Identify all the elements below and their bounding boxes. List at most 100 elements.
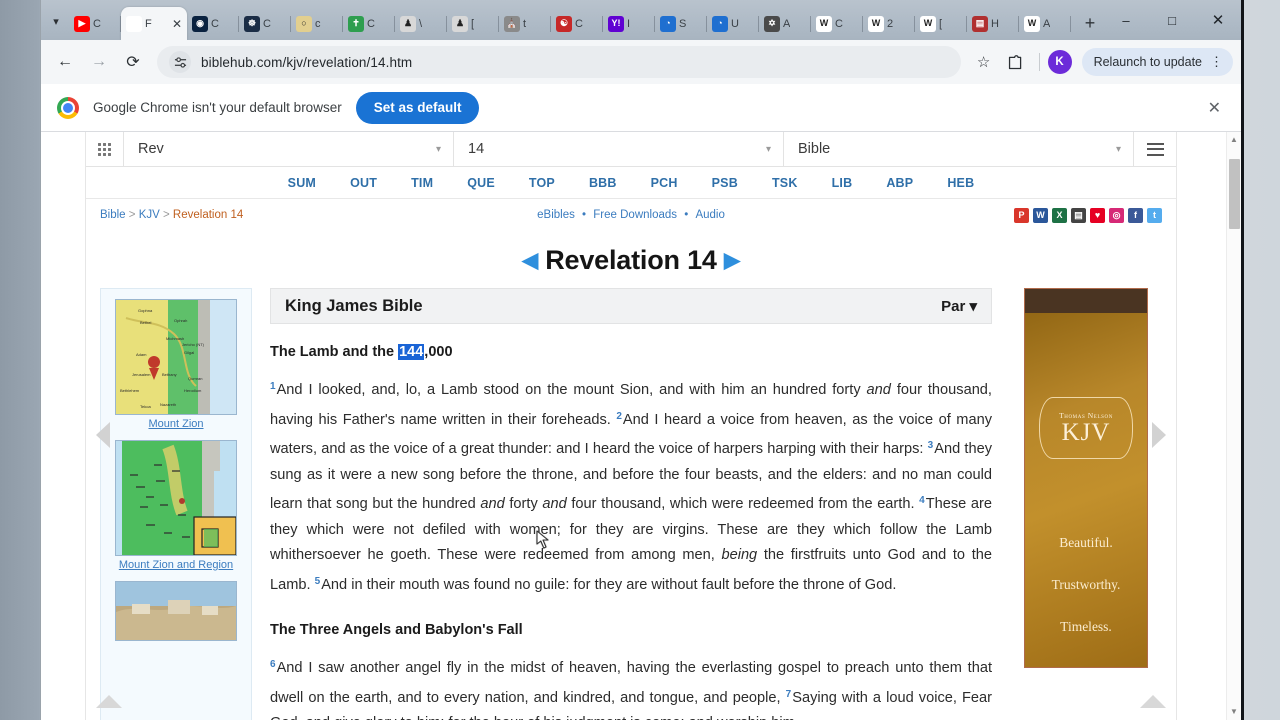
browser-tab[interactable]: ◉ C [187, 7, 239, 40]
map-caption[interactable]: Mount Zion [115, 418, 237, 432]
map-item[interactable] [115, 580, 237, 641]
scroll-top-left-arrow[interactable] [96, 695, 122, 708]
nav-link-psb[interactable]: PSB [695, 176, 755, 190]
meta-link-free-downloads[interactable]: Free Downloads [593, 209, 677, 221]
verse-number: 2 [616, 410, 622, 422]
book-select[interactable]: Rev ▾ [124, 132, 454, 166]
tab-title: F [145, 17, 152, 30]
prev-chapter-icon[interactable]: ◀ [522, 249, 538, 272]
profile-avatar[interactable]: K [1047, 50, 1072, 74]
twitter-share-icon[interactable]: t [1147, 207, 1162, 223]
tab-search-chevron-down-icon[interactable]: ▾ [43, 4, 69, 38]
relaunch-to-update-button[interactable]: Relaunch to update ⋮ [1081, 48, 1233, 76]
new-tab-button[interactable]: + [1077, 9, 1103, 37]
site-settings-icon[interactable] [169, 51, 191, 73]
tab-title: H [991, 17, 999, 30]
browser-tab[interactable]: ◔ S [655, 7, 707, 40]
browser-tab[interactable]: ▶ C [69, 7, 121, 40]
next-chapter-icon[interactable]: ▶ [724, 249, 740, 272]
minimize-button[interactable]: – [1103, 0, 1149, 40]
save-share-icon[interactable]: ▤ [1071, 207, 1086, 223]
scroll-up-arrow-icon[interactable]: ▲ [1230, 132, 1238, 146]
pinterest-share-icon[interactable]: ♥ [1090, 207, 1105, 223]
browser-tab[interactable]: W2 [863, 7, 915, 40]
word-share-icon[interactable]: W [1033, 207, 1048, 223]
back-arrow-icon[interactable]: ← [49, 46, 81, 78]
kebab-menu-icon[interactable]: ⋮ [1210, 55, 1223, 69]
meta-separator-dot: • [578, 209, 590, 221]
page-content-column: Rev ▾ 14 ▾ Bible ▾ SUM OUT TIM QUE TOP B… [85, 132, 1177, 720]
browser-tab[interactable]: ◔ U [707, 7, 759, 40]
map-mount-zion[interactable]: Gophna Bethel Ophrah Michmash Jericho (NT)… [115, 299, 237, 415]
scrollbar-thumb[interactable] [1229, 159, 1240, 229]
browser-tab[interactable]: ♟[ [447, 7, 499, 40]
browser-tab[interactable]: WC [811, 7, 863, 40]
main-content: King James Bible Par ▾ The Lamb and the … [270, 288, 992, 720]
map-item[interactable]: Mount Zion and Region [115, 439, 237, 573]
nav-link-out[interactable]: OUT [333, 176, 394, 190]
nav-link-abp[interactable]: ABP [869, 176, 930, 190]
browser-tab[interactable]: ☯ C [551, 7, 603, 40]
browser-tab[interactable]: W[ [915, 7, 967, 40]
version-select[interactable]: Bible ▾ [784, 132, 1134, 166]
nav-link-tim[interactable]: TIM [394, 176, 450, 190]
set-as-default-button[interactable]: Set as default [355, 91, 480, 124]
reload-icon[interactable]: ⟳ [117, 46, 149, 78]
excel-share-icon[interactable]: X [1052, 207, 1067, 223]
nav-link-bbb[interactable]: BBB [572, 176, 634, 190]
verse-number: 4 [919, 495, 925, 506]
browser-tab[interactable]: ▤ H [967, 7, 1019, 40]
next-page-arrow[interactable] [1152, 422, 1166, 448]
browser-tab[interactable]: ♟ \ [395, 7, 447, 40]
browser-tab[interactable]: ☸ C [239, 7, 291, 40]
monument-icon: ♟ [452, 15, 468, 32]
map-item[interactable]: Gophna Bethel Ophrah Michmash Jericho (NT)… [115, 299, 237, 432]
nav-link-heb[interactable]: HEB [930, 176, 991, 190]
pdf-share-icon[interactable]: P [1014, 207, 1029, 223]
map-caption[interactable]: Mount Zion and Region [115, 559, 237, 573]
instagram-share-icon[interactable]: ◎ [1109, 207, 1124, 223]
browser-tab[interactable]: ○ c [291, 7, 343, 40]
facebook-share-icon[interactable]: f [1128, 207, 1143, 223]
address-bar[interactable]: biblehub.com/kjv/revelation/14.htm [157, 46, 961, 78]
map-mount-zion-region[interactable] [115, 439, 237, 556]
scroll-top-right-arrow[interactable] [1140, 695, 1166, 708]
tab-title: 2 [887, 17, 894, 30]
kjv-bible-ad[interactable]: Thomas Nelson KJV Beautiful. Trustworthy… [1024, 288, 1148, 668]
nav-link-tsk[interactable]: TSK [755, 176, 815, 190]
verse-number: 3 [927, 440, 934, 451]
browser-tab[interactable]: WA [1019, 7, 1071, 40]
tab-close-icon[interactable]: ✕ [172, 17, 182, 31]
browser-tab[interactable]: ✡ A [759, 7, 811, 40]
chapter-select[interactable]: 14 ▾ [454, 132, 784, 166]
page-viewport: Rev ▾ 14 ▾ Bible ▾ SUM OUT TIM QUE TOP B… [41, 132, 1241, 720]
page-scrollbar[interactable]: ▲ ▼ [1226, 132, 1241, 720]
prev-page-arrow[interactable] [96, 422, 110, 448]
browser-tab[interactable]: ✝ C [343, 7, 395, 40]
nav-link-pch[interactable]: PCH [634, 176, 695, 190]
nav-link-top[interactable]: TOP [512, 176, 572, 190]
nav-link-sum[interactable]: SUM [271, 176, 333, 190]
extensions-puzzle-icon[interactable] [1001, 47, 1031, 77]
tab-title: I [627, 17, 631, 30]
browser-tab[interactable]: Y! I [603, 7, 655, 40]
nav-link-que[interactable]: QUE [450, 176, 512, 190]
nav-link-lib[interactable]: LIB [815, 176, 870, 190]
star-icon[interactable]: ☆ [969, 47, 999, 77]
map-photo-third[interactable] [115, 580, 237, 641]
close-icon[interactable]: ✕ [1208, 98, 1225, 118]
browser-tab[interactable]: F ✕ [121, 7, 187, 40]
forward-arrow-icon[interactable]: → [83, 46, 115, 78]
grid-apps-icon[interactable] [86, 132, 124, 166]
close-window-button[interactable]: ✕ [1195, 0, 1241, 40]
thomas-nelson-kjv-logo: Thomas Nelson KJV [1039, 397, 1133, 459]
hamburger-menu-icon[interactable] [1134, 132, 1176, 166]
tab-title: C [835, 17, 843, 30]
meta-link-ebibles[interactable]: eBibles [537, 209, 575, 221]
ad-line-1: Beautiful. [1059, 535, 1113, 550]
par-dropdown[interactable]: Par ▾ [941, 297, 977, 315]
browser-tab[interactable]: ⛪ t [499, 7, 551, 40]
scroll-down-arrow-icon[interactable]: ▼ [1230, 704, 1238, 718]
maximize-button[interactable]: □ [1149, 0, 1195, 40]
meta-link-audio[interactable]: Audio [695, 209, 724, 221]
